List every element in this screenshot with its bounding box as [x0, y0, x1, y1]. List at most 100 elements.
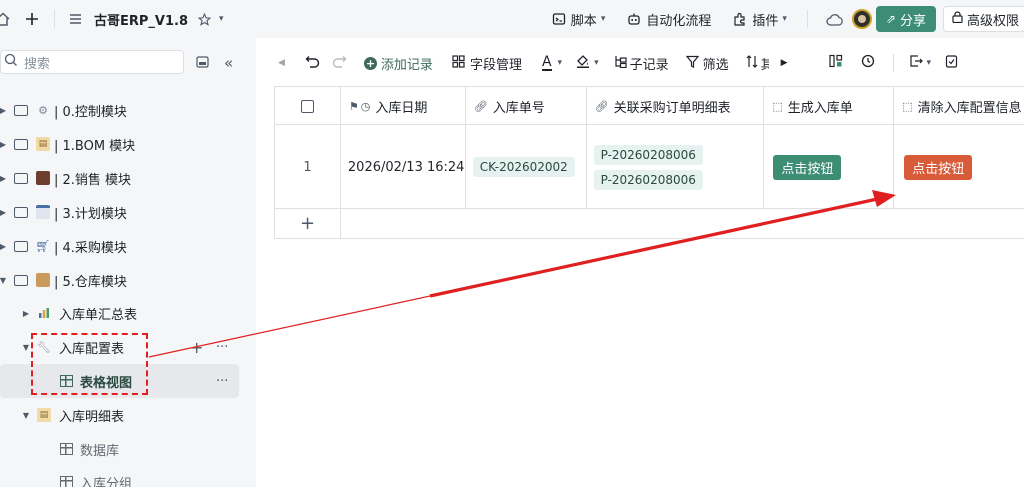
column-header-label: 生成入库单 — [787, 100, 853, 116]
table-row[interactable]: 1 2026/02/13 16:24 CK-202602002 P-202602… — [275, 125, 1024, 209]
fill-color-button[interactable]: ▾ — [576, 54, 599, 72]
share-button[interactable]: ⇗ 分享 — [875, 6, 936, 32]
fields-grid-icon — [452, 54, 465, 72]
add-icon[interactable]: + — [190, 338, 203, 357]
collapse-panel-icon[interactable] — [196, 56, 209, 72]
caret-right-icon[interactable]: ▶ — [0, 140, 8, 149]
briefcase-icon — [36, 171, 50, 185]
column-header-date[interactable]: ⚑ ◷ 入库日期 — [341, 87, 466, 125]
doc-no-tag: CK-202602002 — [472, 157, 575, 177]
sidebar-item-plan-module[interactable]: ▶ | 3.计划模块 — [0, 195, 240, 229]
sidebar-item-purchase-module[interactable]: ▶ 🛒︎ | 4.采购模块 — [0, 229, 240, 263]
sort-label: 其 — [760, 57, 769, 73]
column-header-label: 入库日期 — [375, 100, 428, 116]
script-menu[interactable]: 脚本 ▾ — [552, 10, 605, 29]
column-header-doc-no[interactable]: 🔗︎ 入库单号 — [466, 87, 587, 125]
new-tab-plus-icon[interactable] — [24, 12, 40, 26]
toolbar: ◀ + 添加记录 字段管理 A ▾ ▾ 子记录 筛选 其 ▶ ▾ — [256, 48, 1024, 78]
clear-config-button[interactable]: 点击按钮 — [904, 154, 973, 180]
automation-menu-label: 自动化流程 — [646, 13, 712, 29]
caret-right-icon[interactable]: ▶ — [0, 242, 8, 251]
column-header-generate[interactable]: ⬚ 生成入库单 — [764, 87, 895, 125]
sidebar-item-sales-module[interactable]: ▶ | 2.销售 模块 — [0, 161, 240, 195]
sort-button[interactable]: 其 — [746, 54, 769, 73]
caret-right-icon[interactable]: ▶ — [21, 309, 31, 318]
caret-right-icon[interactable]: ▶ — [0, 208, 8, 217]
add-row-button[interactable]: + — [275, 209, 341, 238]
plugin-menu[interactable]: 插件 ▾ — [733, 10, 787, 29]
more-icon[interactable]: ··· — [216, 340, 228, 355]
export-button[interactable]: ▾ — [909, 54, 932, 72]
gear-icon: ⚙ — [38, 103, 48, 117]
caret-left-icon[interactable]: ◀ — [278, 58, 285, 68]
sidebar-item-label: 入库配置表 — [59, 341, 125, 357]
cell-linked-orders[interactable]: P-20260208006 P-20260208006 — [587, 125, 765, 209]
sidebar-item-inbound-config[interactable]: ▼ 🔧︎ 入库配置表 + ··· — [0, 330, 240, 364]
sidebar-item-control-module[interactable]: ▶ ⚙ | 0.控制模块 — [0, 93, 240, 127]
search-icon — [4, 53, 18, 71]
sidebar-item-table-view[interactable]: 表格视图 ··· — [0, 364, 239, 398]
sidebar-item-label: | 4.采购模块 — [54, 240, 127, 256]
link-icon: 🔗︎ — [594, 99, 609, 113]
scroll-right-icon[interactable]: ▶ — [781, 58, 788, 68]
column-header-label: 关联采购订单明细表 — [613, 100, 731, 116]
cell-date[interactable]: 2026/02/13 16:24 — [341, 125, 466, 209]
sidebar-item-label: | 0.控制模块 — [54, 104, 127, 120]
chevron-down-icon: ▾ — [926, 58, 932, 68]
clipboard-icon: ▤ — [36, 137, 50, 151]
add-record-button[interactable]: + 添加记录 — [363, 54, 433, 73]
sidebar-item-inbound-summary[interactable]: ▶ 入库单汇总表 — [0, 296, 240, 330]
undo-icon[interactable] — [305, 55, 320, 72]
caret-right-icon[interactable]: ▶ — [0, 106, 8, 115]
chevron-down-icon: ▾ — [594, 58, 599, 68]
sidebar-item-label: | 3.计划模块 — [54, 206, 127, 222]
cell-doc-no[interactable]: CK-202602002 — [466, 125, 587, 209]
caret-down-icon[interactable]: ▼ — [21, 343, 31, 352]
collapse-sidebar-icon[interactable]: « — [224, 54, 233, 72]
sub-record-button[interactable]: 子记录 — [614, 54, 669, 73]
sidebar-item-database[interactable]: 数据库 — [0, 432, 240, 466]
chevron-down-icon[interactable]: ▾ — [219, 14, 224, 24]
linked-order-tag: P-20260208006 — [593, 144, 703, 165]
select-all-checkbox[interactable] — [300, 99, 314, 113]
history-icon[interactable] — [861, 54, 875, 72]
automation-menu[interactable]: 自动化流程 — [627, 10, 711, 29]
cell-clear: 点击按钮 — [894, 125, 1024, 209]
search-input[interactable]: 搜索 — [0, 50, 184, 74]
home-icon[interactable] — [0, 12, 10, 26]
advanced-permissions-label: 高级权限 — [966, 13, 1019, 29]
text-color-button[interactable]: A ▾ — [541, 55, 562, 71]
sidebar-item-warehouse-module[interactable]: ▼ | 5.仓库模块 — [0, 263, 240, 297]
caret-down-icon[interactable]: ▼ — [21, 411, 31, 420]
column-header-clear[interactable]: ⬚ 清除入库配置信息 — [894, 87, 1024, 125]
divider — [892, 54, 894, 72]
caret-right-icon[interactable]: ▶ — [0, 174, 8, 183]
sidebar-item-bom-module[interactable]: ▶ ▤ | 1.BOM 模块 — [0, 127, 240, 161]
layout-icon[interactable] — [828, 54, 843, 72]
filter-button[interactable]: 筛选 — [685, 54, 729, 73]
star-icon[interactable] — [198, 12, 212, 26]
generate-inbound-button[interactable]: 点击按钮 — [773, 154, 842, 180]
table-header: ⚑ ◷ 入库日期 🔗︎ 入库单号 🔗︎ 关联采购订单明细表 ⬚ 生成入库单 ⬚ … — [275, 87, 1024, 125]
sidebar-item-inbound-group[interactable]: 入库分组 — [0, 465, 240, 487]
cloud-icon[interactable] — [826, 13, 843, 26]
filter-icon — [685, 55, 699, 72]
sidebar-item-inbound-detail[interactable]: ▼ ▤ 入库明细表 — [0, 398, 240, 432]
search-placeholder: 搜索 — [24, 56, 51, 72]
avatar[interactable] — [851, 9, 872, 29]
column-header-label: 清除入库配置信息 — [917, 100, 1022, 116]
menu-icon[interactable] — [68, 13, 82, 25]
more-icon[interactable]: ··· — [216, 374, 228, 389]
share-icon: ⇗ — [885, 12, 896, 26]
task-icon[interactable] — [945, 54, 958, 72]
field-manage-button[interactable]: 字段管理 — [452, 54, 522, 73]
column-header-linked-orders[interactable]: 🔗︎ 关联采购订单明细表 — [587, 87, 765, 125]
caret-down-icon[interactable]: ▼ — [0, 276, 8, 285]
folder-icon — [14, 138, 28, 150]
sidebar-item-label: | 2.销售 模块 — [54, 172, 132, 188]
advanced-permissions-button[interactable]: 高级权限 — [942, 6, 1024, 32]
grid-view-icon — [60, 375, 73, 387]
wrench-icon: 🔧︎ — [37, 340, 51, 354]
redo-icon[interactable] — [332, 55, 347, 72]
sidebar: 搜索 « ▶ ⚙ | 0.控制模块 ▶ ▤ | 1.BOM 模块 ▶ | 2.销… — [0, 38, 256, 487]
